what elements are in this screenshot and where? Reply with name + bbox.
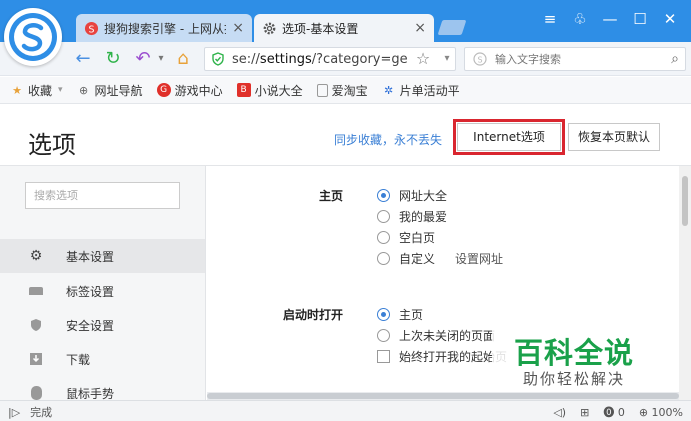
- bookmarks-bar: ★ 收藏 ▾ ⊕ 网址导航 G 游戏中心 B 小说大全 爱淘宝 ✲ 片单活动平: [0, 77, 691, 104]
- checkbox[interactable]: [377, 350, 390, 363]
- url-text: se://settings/?category=ge: [232, 51, 408, 67]
- bookmark-game-center[interactable]: G 游戏中心: [156, 82, 223, 99]
- scrollbar-thumb[interactable]: [207, 393, 679, 399]
- maximize-icon[interactable]: ☐: [625, 10, 655, 28]
- game-icon: G: [156, 83, 171, 97]
- bookmark-taobao[interactable]: 爱淘宝: [316, 82, 368, 99]
- sync-link[interactable]: 同步收藏，永不丢失: [334, 131, 442, 148]
- book-icon: B: [236, 83, 251, 97]
- radio[interactable]: [377, 329, 390, 342]
- startup-option-last-session[interactable]: 上次未关闭的页面: [377, 327, 495, 344]
- homepage-label: 主页: [318, 189, 343, 203]
- sidebar-item-download[interactable]: 下载: [0, 342, 205, 376]
- chevron-down-icon: ▾: [58, 85, 63, 95]
- search-box[interactable]: S ⌕: [464, 47, 686, 71]
- scrollbar-thumb[interactable]: [682, 176, 688, 226]
- sidebar: 搜索选项 ⚙ 基本设置 标签设置 安全设置 下载 鼠标手势: [0, 166, 206, 400]
- startup-always-open-checkbox[interactable]: 始终打开我的起始页: [377, 348, 507, 365]
- bookmark-playlist[interactable]: ✲ 片单活动平: [382, 82, 460, 99]
- radio[interactable]: [377, 252, 390, 265]
- mouse-icon: [28, 385, 44, 400]
- sogou-icon: S: [84, 21, 99, 35]
- sogou-browser-logo[interactable]: [4, 8, 62, 66]
- internet-options-button[interactable]: Internet选项: [457, 123, 561, 151]
- watermark-subtitle: 助你轻松解决: [523, 370, 626, 388]
- close-window-icon[interactable]: ✕: [655, 10, 685, 28]
- vertical-scrollbar[interactable]: [679, 166, 691, 400]
- svg-text:S: S: [477, 56, 482, 65]
- shield-icon: ⓿: [603, 406, 615, 419]
- shield-icon: [28, 317, 44, 333]
- navigation-bar: ← ↻ ↶ ▾ ⌂ se://settings/?category=ge ☆ ▾…: [0, 42, 691, 76]
- sidebar-item-tabs[interactable]: 标签设置: [0, 274, 205, 308]
- set-url-link[interactable]: 设置网址: [455, 250, 503, 267]
- startup-option-homepage[interactable]: 主页: [377, 306, 423, 323]
- adblock-counter[interactable]: ⓿ 0: [603, 404, 625, 420]
- radio[interactable]: [377, 231, 390, 244]
- undo-dropdown-icon[interactable]: ▾: [150, 48, 172, 70]
- horizontal-scrollbar[interactable]: [207, 392, 679, 400]
- gear-icon: ⚙: [29, 248, 43, 264]
- address-dropdown-icon[interactable]: ▾: [436, 48, 458, 70]
- status-text: 完成: [30, 406, 53, 419]
- homepage-option-custom[interactable]: 自定义 设置网址: [377, 250, 503, 267]
- options-header: 选项 同步收藏，永不丢失 Internet选项 恢复本页默认: [0, 105, 691, 166]
- zoom-icon: ⊕: [638, 405, 649, 419]
- menu-icon[interactable]: ≡: [535, 10, 565, 28]
- sidebar-item-basic[interactable]: ⚙ 基本设置: [0, 239, 205, 273]
- radio-selected[interactable]: [377, 308, 390, 321]
- tab-title: 搜狗搜索引擎 - 上网从搜: [104, 21, 227, 36]
- watermark-title: 百科全说: [514, 336, 635, 370]
- new-tab-button[interactable]: [437, 20, 467, 35]
- globe-icon: ⊕: [78, 83, 89, 97]
- download-manager-icon[interactable]: ⊞: [580, 406, 589, 419]
- search-icon[interactable]: ⌕: [665, 51, 685, 67]
- tab-settings[interactable]: 选项-基本设置 ×: [254, 14, 434, 42]
- homepage-option-blank[interactable]: 空白页: [377, 229, 435, 246]
- bookmark-favorites[interactable]: ★ 收藏 ▾: [10, 82, 63, 99]
- tab-title: 选项-基本设置: [282, 21, 359, 36]
- svg-text:S: S: [89, 24, 95, 35]
- sogou-logo-icon: [9, 13, 57, 61]
- secure-shield-icon: [212, 52, 224, 66]
- sidebar-toggle-icon[interactable]: |▷: [8, 406, 20, 419]
- sidebar-item-security[interactable]: 安全设置: [0, 308, 205, 342]
- close-icon[interactable]: ×: [232, 20, 244, 36]
- restore-defaults-button[interactable]: 恢复本页默认: [568, 123, 660, 151]
- watermark: 百科全说 助你轻松解决: [492, 330, 667, 392]
- radio[interactable]: [377, 210, 390, 223]
- zoom-control[interactable]: ⊕ 100%: [639, 406, 683, 419]
- search-input[interactable]: [495, 52, 665, 66]
- gear-icon: [263, 22, 276, 34]
- minimize-icon[interactable]: —: [595, 10, 625, 28]
- back-icon[interactable]: ←: [72, 48, 94, 70]
- page-title: 选项: [28, 131, 76, 159]
- page-icon: [316, 83, 328, 97]
- window-controls: ≡ ♧ — ☐ ✕: [535, 10, 685, 28]
- status-bar: |▷ 完成 ◁) ⊞ ⓿ 0 ⊕ 100%: [0, 400, 691, 421]
- sogou-search-icon: S: [473, 52, 487, 66]
- favorite-star-icon[interactable]: ☆: [412, 48, 434, 70]
- bookmark-novels[interactable]: B 小说大全: [236, 82, 303, 99]
- skin-icon[interactable]: ♧: [565, 10, 595, 28]
- bookmark-url-nav[interactable]: ⊕ 网址导航: [77, 82, 143, 99]
- sidebar-search-input[interactable]: 搜索选项: [25, 182, 180, 209]
- tab-sogou-search[interactable]: S 搜狗搜索引擎 - 上网从搜 ×: [76, 14, 252, 42]
- volume-icon[interactable]: ◁): [553, 406, 566, 419]
- homepage-option-favorites[interactable]: 我的最爱: [377, 208, 447, 225]
- sidebar-item-mouse-gestures[interactable]: 鼠标手势: [0, 376, 205, 400]
- home-icon[interactable]: ⌂: [172, 48, 194, 70]
- homepage-option-url-nav[interactable]: 网址大全: [377, 187, 447, 204]
- title-bar: S 搜狗搜索引擎 - 上网从搜 × 选项-基本设置 × ≡ ♧ — ☐ ✕: [0, 0, 691, 42]
- refresh-icon[interactable]: ↻: [102, 48, 124, 70]
- close-icon[interactable]: ×: [414, 20, 426, 36]
- tab-icon: [28, 283, 44, 299]
- download-icon: [28, 351, 44, 367]
- star-icon: ★: [12, 83, 22, 97]
- radio-selected[interactable]: [377, 189, 390, 202]
- startup-label: 启动时打开: [283, 308, 344, 322]
- paw-icon: ✲: [384, 83, 394, 97]
